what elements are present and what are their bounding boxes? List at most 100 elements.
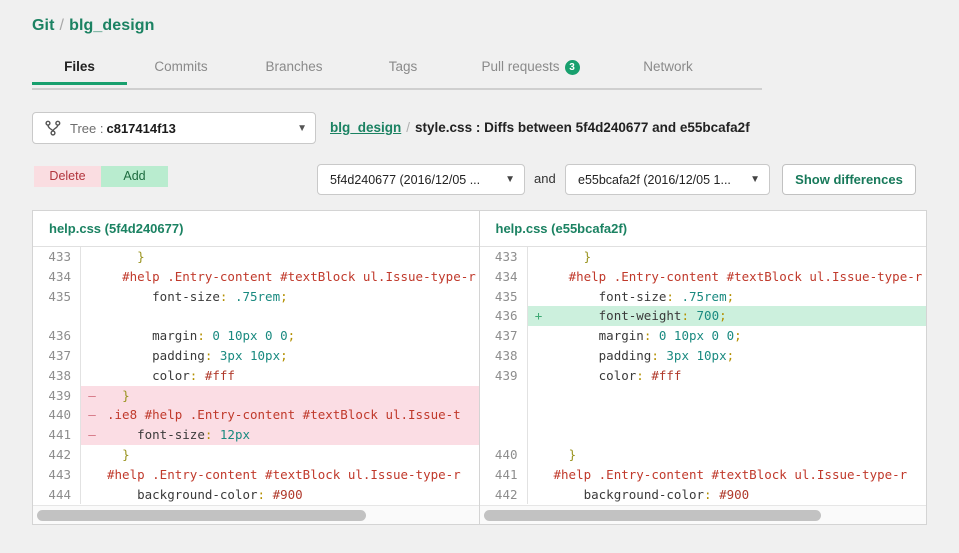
code-text: margin: 0 10px 0 0; — [598, 328, 742, 344]
code-line: 440– .ie8 #help .Entry-content #textBlock… — [33, 405, 479, 426]
right-commit-select[interactable]: e55bcafa2f (2016/12/05 1... ▼ — [565, 164, 770, 195]
tab-pull-requests[interactable]: Pull requests 3 — [453, 56, 608, 84]
diff-code-right[interactable]: 433 } 434 #help .Entry-content #textBlock… — [479, 247, 927, 505]
tab-label: Network — [643, 59, 693, 74]
code-text: background-color: #900 — [583, 486, 750, 502]
tab-commits[interactable]: Commits — [127, 56, 235, 83]
code-line: 436 margin: 0 10px 0 0; — [33, 326, 479, 346]
diff-marker — [528, 485, 550, 505]
tree-label: Tree : — [70, 120, 104, 136]
diff-marker — [528, 247, 550, 267]
diff-marker — [528, 465, 550, 485]
tab-branches[interactable]: Branches — [235, 56, 353, 83]
code-text: color: #fff — [598, 367, 682, 383]
code-text: } — [568, 446, 577, 462]
show-differences-button[interactable]: Show differences — [782, 164, 916, 195]
line-number: 439 — [479, 365, 528, 386]
diff-pane-right: help.css (e55bcafa2f) 433 } 434 #help .En… — [479, 210, 927, 525]
code-text: .ie8 #help .Entry-content #textBlock ul.… — [107, 407, 461, 423]
horizontal-scrollbar-right[interactable] — [479, 505, 926, 524]
line-number — [479, 425, 528, 445]
code-line: 438 color: #fff — [33, 365, 479, 386]
line-number: 444 — [33, 484, 81, 505]
line-number: 442 — [33, 444, 81, 465]
code-line: 441– font-size: 12px — [33, 425, 479, 445]
chevron-down-icon: ▼ — [750, 174, 760, 185]
diff-pane-left: help.css (5f4d240677) 433 } 434 #help .En… — [32, 210, 480, 525]
code-line: 439 color: #fff — [479, 365, 927, 386]
code-text: background-color: #900 — [137, 486, 303, 502]
code-line: 436 + font-weight: 700; — [479, 306, 926, 327]
code-line: 438 padding: 3px 10px; — [479, 345, 927, 366]
code-text: font-weight: 700; — [598, 308, 727, 324]
and-label: and — [534, 171, 556, 186]
code-line: 434 #help .Entry-content #textBlock ul.I… — [479, 266, 927, 287]
file-path-breadcrumb: blg_design / style.css : Diffs between 5f4… — [330, 120, 750, 135]
line-number: 439 — [33, 385, 81, 406]
code-text: padding: 3px 10px; — [598, 347, 735, 363]
code-line — [33, 306, 479, 327]
code-line: 441 #help .Entry-content #textBlock ul.Is… — [479, 464, 927, 485]
code-line: 437 padding: 3px 10px; — [33, 345, 479, 366]
diff-marker: – — [88, 407, 96, 423]
tab-tags[interactable]: Tags — [353, 56, 453, 83]
line-number: 438 — [33, 365, 81, 386]
diff-marker — [528, 405, 550, 425]
code-line: 444 background-color: #900 — [33, 484, 479, 505]
breadcrumb-root-link[interactable]: Git — [32, 17, 55, 34]
diff-marker — [81, 306, 103, 326]
path-repo-link[interactable]: blg_design — [330, 120, 401, 135]
line-number: 440 — [479, 444, 528, 465]
scrollbar-thumb[interactable] — [37, 510, 366, 521]
code-line: 442 background-color: #900 — [479, 484, 927, 505]
tab-network[interactable]: Network — [608, 56, 728, 83]
diff-pane-right-header: help.css (e55bcafa2f) — [479, 211, 926, 247]
code-line: 435 font-size: .75rem; — [33, 286, 479, 307]
left-commit-select[interactable]: 5f4d240677 (2016/12/05 ... ▼ — [317, 164, 525, 195]
line-number: 438 — [479, 345, 528, 366]
horizontal-scrollbar-left[interactable] — [33, 505, 479, 524]
diff-marker — [81, 445, 103, 465]
breadcrumb: Git / blg_design — [32, 17, 155, 35]
chevron-down-icon[interactable]: ▼ — [297, 123, 307, 134]
right-file-name: help.css — [495, 221, 548, 236]
line-number: 433 — [479, 247, 528, 267]
code-line: 433 } — [33, 247, 479, 267]
diff-code-left[interactable]: 433 } 434 #help .Entry-content #textBlock… — [33, 247, 479, 505]
tab-files[interactable]: Files — [32, 56, 127, 85]
chevron-down-icon: ▼ — [505, 174, 515, 185]
tab-label: Files — [64, 59, 95, 74]
tab-label: Pull requests — [481, 59, 560, 74]
diff-marker — [528, 366, 550, 386]
code-line: 440 } — [479, 444, 927, 465]
diff-marker — [528, 326, 550, 346]
line-number: 435 — [479, 286, 528, 307]
right-file-revision: (e55bcafa2f) — [551, 221, 628, 236]
diff-container: help.css (5f4d240677) 433 } 434 #help .En… — [32, 210, 927, 525]
code-line: 443 #help .Entry-content #textBlock ul.Is… — [33, 464, 479, 485]
code-line: 433 } — [479, 247, 927, 267]
tab-badge: 3 — [564, 60, 580, 75]
tab-label: Commits — [154, 59, 208, 74]
code-text: } — [137, 249, 145, 264]
code-line: 442 } — [33, 444, 479, 465]
diff-marker — [81, 465, 103, 485]
line-number: 441 — [479, 464, 528, 485]
code-text: #help .Entry-content #textBlock ul.Issue… — [107, 466, 461, 482]
line-number — [479, 405, 528, 426]
breadcrumb-separator: / — [59, 17, 65, 34]
branch-tree-icon — [45, 120, 61, 136]
code-line — [479, 425, 927, 445]
diff-marker — [528, 425, 550, 445]
diff-marker — [528, 346, 550, 366]
code-text: color: #fff — [152, 367, 235, 383]
code-text: font-size: .75rem; — [598, 288, 735, 304]
tab-bar: Files Commits Branches Tags Pull requests 3 Ne… — [32, 56, 762, 90]
code-text: #help .Entry-content #textBlock ul.Issue… — [122, 268, 476, 284]
breadcrumb-repo-link[interactable]: blg_design — [69, 17, 154, 34]
line-number: 435 — [33, 286, 81, 307]
tree-selector[interactable]: Tree : c817414f13 ▼ — [32, 112, 316, 144]
scrollbar-thumb[interactable] — [483, 510, 821, 521]
tab-label: Tags — [388, 59, 418, 74]
left-commit-value: 5f4d240677 (2016/12/05 ... — [330, 172, 481, 187]
